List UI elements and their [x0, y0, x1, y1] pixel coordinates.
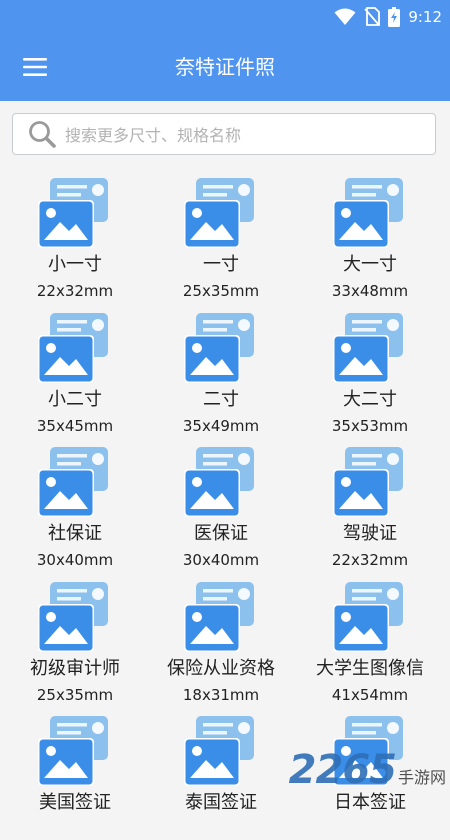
size-item[interactable]: 小一寸 22x32mm [0, 170, 150, 302]
app-title: 奈特证件照 [175, 55, 275, 79]
id-photo-icon [333, 313, 403, 383]
id-photo-icon [184, 716, 254, 786]
size-dimensions: 33x48mm [331, 282, 409, 300]
size-item[interactable]: 日本签证 [295, 708, 445, 840]
size-item[interactable]: 二寸 35x49mm [146, 305, 296, 437]
id-photo-icon [38, 716, 108, 786]
size-dimensions: 30x40mm [36, 551, 114, 569]
hamburger-menu-icon [23, 58, 47, 76]
size-name: 小一寸 [48, 254, 102, 275]
size-item[interactable]: 初级审计师 25x35mm [0, 574, 150, 706]
id-photo-icon [333, 447, 403, 517]
size-item[interactable]: 美国签证 [0, 708, 150, 840]
size-dimensions: 22x32mm [331, 551, 409, 569]
size-item[interactable]: 大一寸 33x48mm [295, 170, 445, 302]
search-icon [29, 121, 56, 148]
size-name: 保险从业资格 [167, 658, 275, 679]
size-name: 美国签证 [39, 792, 111, 813]
size-item[interactable]: 泰国签证 [146, 708, 296, 840]
size-name: 社保证 [48, 523, 102, 544]
size-item[interactable]: 保险从业资格 18x31mm [146, 574, 296, 706]
size-name: 初级审计师 [30, 658, 120, 679]
id-photo-icon [184, 582, 254, 652]
status-icons: 9:12 [334, 6, 442, 27]
size-item[interactable]: 大学生图像信 41x54mm [295, 574, 445, 706]
app-bar: 奈特证件照 [0, 33, 450, 101]
menu-button[interactable] [16, 49, 54, 85]
size-item[interactable]: 大二寸 35x53mm [295, 305, 445, 437]
size-dimensions: 30x40mm [182, 551, 260, 569]
size-name: 大一寸 [343, 254, 397, 275]
size-name: 大二寸 [343, 389, 397, 410]
size-item[interactable]: 小二寸 35x45mm [0, 305, 150, 437]
status-bar: 9:12 [0, 0, 450, 33]
size-dimensions: 18x31mm [182, 686, 260, 704]
size-name: 泰国签证 [185, 792, 257, 813]
size-dimensions: 41x54mm [331, 686, 409, 704]
size-name: 大学生图像信 [316, 658, 424, 679]
id-photo-icon [333, 178, 403, 248]
size-item[interactable]: 一寸 25x35mm [146, 170, 296, 302]
size-name: 二寸 [203, 389, 239, 410]
size-item[interactable]: 社保证 30x40mm [0, 439, 150, 571]
id-photo-icon [333, 582, 403, 652]
id-photo-icon [333, 716, 403, 786]
size-name: 一寸 [203, 254, 239, 275]
size-item[interactable]: 驾驶证 22x32mm [295, 439, 445, 571]
id-photo-icon [184, 178, 254, 248]
no-sim-icon [364, 7, 381, 26]
size-name: 日本签证 [334, 792, 406, 813]
id-photo-icon [38, 447, 108, 517]
size-dimensions: 35x49mm [182, 417, 260, 435]
battery-charging-icon [388, 6, 401, 27]
id-photo-icon [184, 447, 254, 517]
id-photo-icon [38, 178, 108, 248]
size-dimensions: 35x53mm [331, 417, 409, 435]
wifi-icon [334, 8, 356, 25]
size-name: 小二寸 [48, 389, 102, 410]
size-dimensions: 25x35mm [36, 686, 114, 704]
size-dimensions: 25x35mm [182, 282, 260, 300]
size-dimensions: 22x32mm [36, 282, 114, 300]
size-dimensions: 35x45mm [36, 417, 114, 435]
search-placeholder: 搜索更多尺寸、规格名称 [65, 126, 242, 145]
size-name: 医保证 [194, 523, 248, 544]
id-photo-icon [38, 313, 108, 383]
id-photo-icon [184, 313, 254, 383]
search-input[interactable]: 搜索更多尺寸、规格名称 [12, 113, 436, 155]
id-photo-icon [38, 582, 108, 652]
size-item[interactable]: 医保证 30x40mm [146, 439, 296, 571]
status-time: 9:12 [408, 7, 442, 26]
size-name: 驾驶证 [343, 523, 397, 544]
